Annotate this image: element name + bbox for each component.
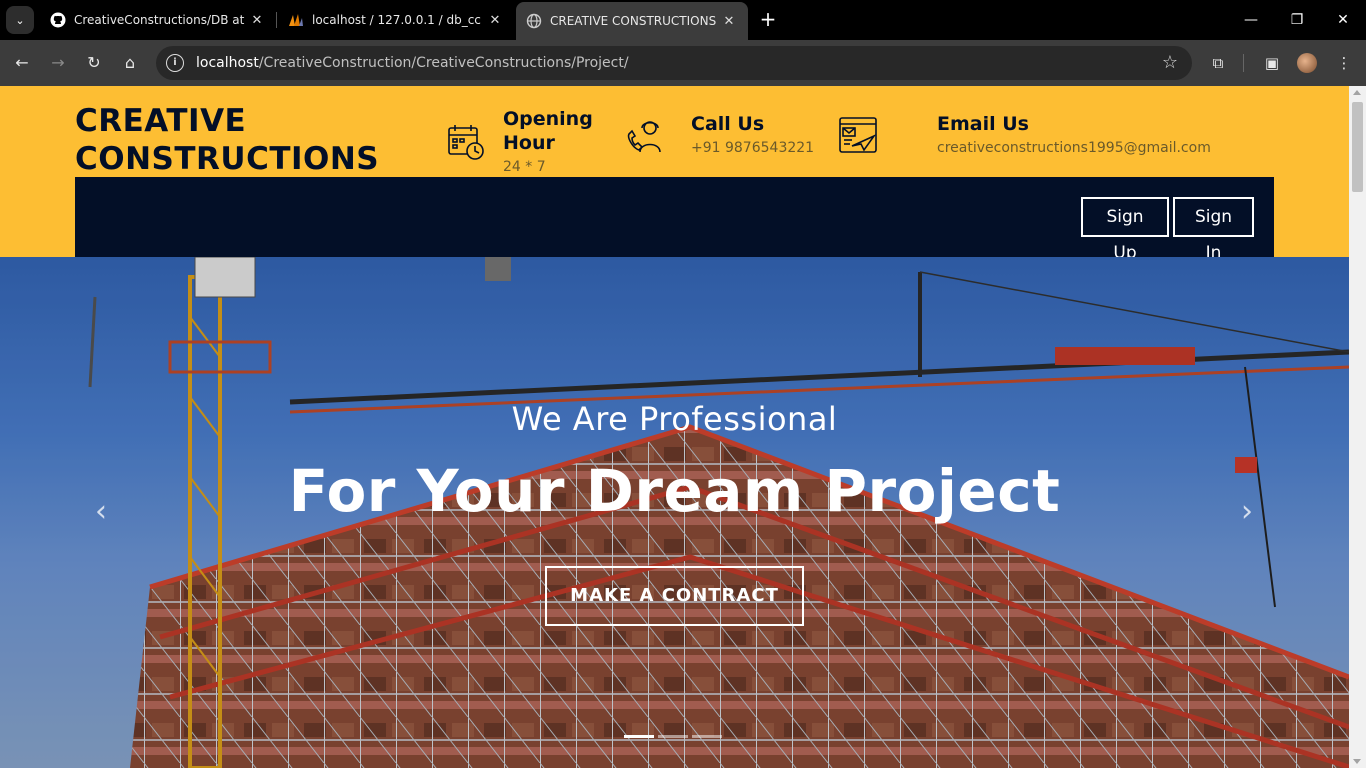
chevron-left-icon[interactable]: ‹ <box>89 497 113 527</box>
sign-in-button[interactable]: Sign In <box>1173 197 1254 263</box>
hero-subtitle: We Are Professional <box>511 400 838 438</box>
tab-divider <box>276 12 277 28</box>
tab-search-button[interactable]: ⌄ <box>6 6 34 34</box>
scroll-up-icon[interactable] <box>1353 90 1361 95</box>
back-icon[interactable]: ← <box>10 51 34 75</box>
scrollbar-thumb[interactable] <box>1352 102 1363 192</box>
carousel-indicators <box>624 735 722 738</box>
extensions-icon[interactable]: ⧉ <box>1206 51 1230 75</box>
page-viewport: CREATIVE CONSTRUCTIONS Opening Hour 24 *… <box>0 86 1366 768</box>
tab-phpmyadmin[interactable]: localhost / 127.0.0.1 / db_cc | ph ✕ <box>278 6 514 34</box>
side-panel-icon[interactable]: ▣ <box>1260 51 1284 75</box>
tab-title: localhost / 127.0.0.1 / db_cc | ph <box>312 13 486 27</box>
home-icon[interactable]: ⌂ <box>118 51 142 75</box>
scroll-down-icon[interactable] <box>1353 759 1361 764</box>
calendar-clock-icon <box>446 122 490 166</box>
call-support-icon <box>623 116 667 160</box>
main-navbar: Sign Up Sign In <box>75 177 1274 263</box>
email-address[interactable]: creativeconstructions1995@gmail.com <box>937 140 1211 156</box>
phpmyadmin-icon <box>288 12 304 28</box>
toolbar-divider <box>1243 54 1244 72</box>
profile-avatar[interactable] <box>1297 53 1317 73</box>
make-contract-button[interactable]: MAKE A CONTRACT <box>545 566 804 626</box>
site-logo[interactable]: CREATIVE CONSTRUCTIONS <box>75 102 379 178</box>
address-bar[interactable]: i localhost/CreativeConstruction/Creativ… <box>156 46 1192 80</box>
tab-title: CreativeConstructions/DB at ma <box>74 13 248 27</box>
carousel-indicator[interactable] <box>658 735 688 738</box>
browser-toolbar: ← → ↻ ⌂ i localhost/CreativeConstruction… <box>0 40 1366 86</box>
hero-title: For Your Dream Project <box>288 457 1061 525</box>
close-tab-icon[interactable]: ✕ <box>720 14 738 29</box>
chevron-right-icon[interactable]: › <box>1235 497 1259 527</box>
hero-carousel: We Are Professional For Your Dream Proje… <box>0 257 1349 768</box>
tab-strip: ⌄ CreativeConstructions/DB at ma ✕ local… <box>0 0 1366 40</box>
email-us-title: Email Us <box>937 113 1029 135</box>
close-tab-icon[interactable]: ✕ <box>486 13 504 28</box>
brand-line-2: CONSTRUCTIONS <box>75 141 380 177</box>
bookmark-star-icon[interactable]: ☆ <box>1162 52 1178 73</box>
phone-number[interactable]: +91 9876543221 <box>691 140 814 156</box>
brand-line-1: CREATIVE <box>75 103 247 139</box>
page-scrollbar[interactable] <box>1349 86 1366 768</box>
site-header: CREATIVE CONSTRUCTIONS Opening Hour 24 *… <box>0 86 1349 263</box>
restore-icon[interactable]: ❐ <box>1282 8 1312 32</box>
url-text: localhost/CreativeConstruction/CreativeC… <box>196 55 629 71</box>
opening-hour-title: Opening Hour <box>503 108 593 154</box>
minimize-icon[interactable]: — <box>1236 8 1266 32</box>
close-tab-icon[interactable]: ✕ <box>248 13 266 28</box>
tab-title: CREATIVE CONSTRUCTIONS <box>550 14 717 28</box>
call-us-title: Call Us <box>691 113 765 135</box>
new-tab-button[interactable]: + <box>756 8 780 32</box>
reload-icon[interactable]: ↻ <box>82 51 106 75</box>
carousel-indicator[interactable] <box>692 735 722 738</box>
github-icon <box>50 12 66 28</box>
menu-kebab-icon[interactable]: ⋮ <box>1332 51 1356 75</box>
close-window-icon[interactable]: ✕ <box>1328 8 1358 32</box>
opening-hour-value: 24 * 7 <box>503 159 546 175</box>
site-info-icon[interactable]: i <box>166 54 184 72</box>
tab-github[interactable]: CreativeConstructions/DB at ma ✕ <box>40 6 276 34</box>
carousel-indicator[interactable] <box>624 735 654 738</box>
forward-icon[interactable]: → <box>46 51 70 75</box>
globe-icon <box>526 13 542 29</box>
sign-up-button[interactable]: Sign Up <box>1081 197 1169 263</box>
email-send-icon <box>838 116 882 160</box>
tab-creative-constructions[interactable]: CREATIVE CONSTRUCTIONS ✕ <box>516 2 748 40</box>
